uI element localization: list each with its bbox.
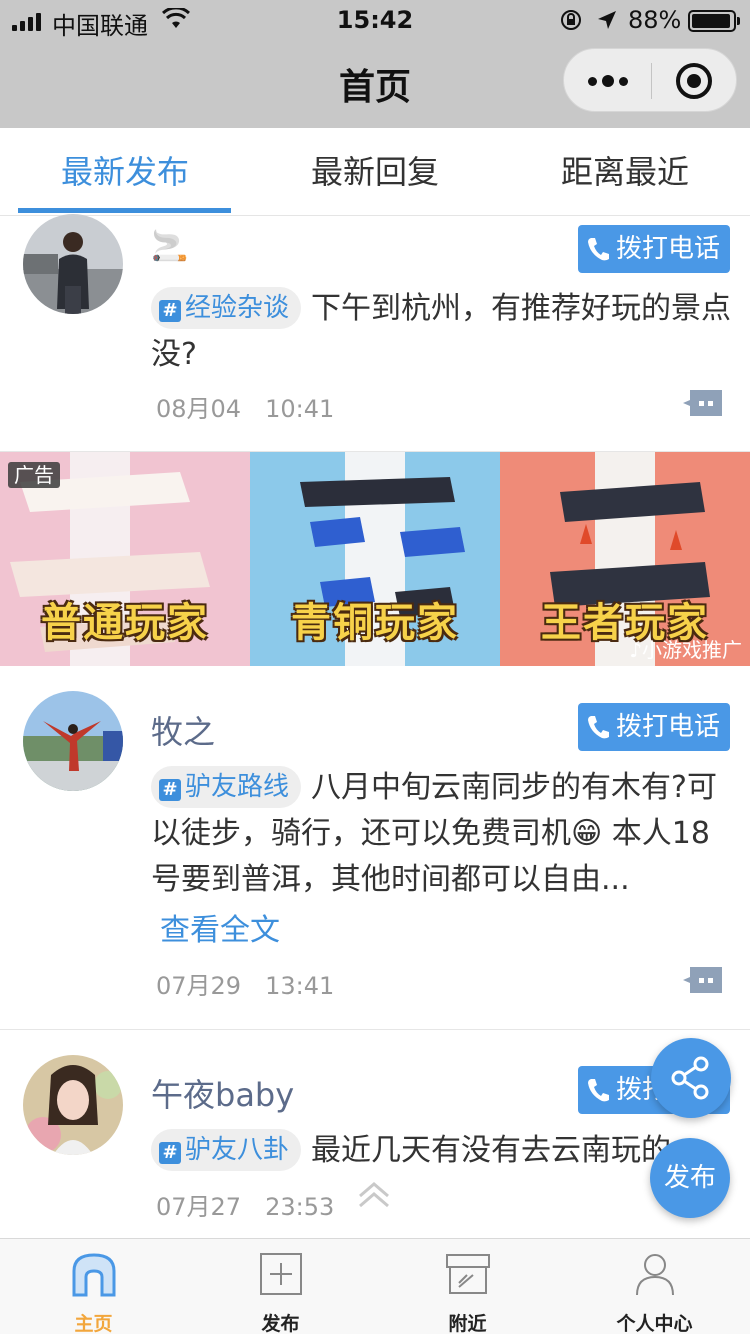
location-arrow-icon — [598, 11, 616, 29]
topic-tag-label: 驴友八卦 — [185, 1135, 290, 1165]
tabbar-label: 个人中心 — [616, 1313, 693, 1334]
close-miniprogram-icon[interactable] — [676, 63, 712, 99]
tabbar-item-profile[interactable]: 个人中心 — [561, 1239, 748, 1334]
bottom-tab-bar: 主页 发布 附近 个人中心 — [0, 1238, 750, 1334]
topic-tag[interactable]: # 驴友路线 — [151, 766, 302, 808]
ad-label: 广告 — [8, 462, 60, 488]
phone-icon — [588, 716, 609, 739]
battery-icon — [688, 10, 740, 32]
ad-panel[interactable]: 青铜玩家 — [250, 452, 500, 666]
post-content[interactable]: # 驴友路线 八月中旬云南同步的有木有?可以徒步，骑行，还可以免费司机😁 本人18号… — [151, 765, 736, 903]
call-button-label: 拨打电话 — [616, 712, 721, 742]
hash-icon: # — [159, 1142, 181, 1164]
post-date: 07月29 — [156, 972, 242, 1000]
tabbar-label: 附近 — [448, 1313, 487, 1334]
battery-percent: 88% — [628, 6, 682, 34]
post-time: 13:41 — [265, 972, 335, 1000]
capsule-divider — [651, 63, 652, 99]
post-date: 08月04 — [156, 395, 242, 423]
hash-icon: # — [159, 300, 181, 322]
username[interactable]: 午夜baby — [151, 1070, 294, 1116]
tiktok-icon: ♪ — [629, 638, 642, 662]
ad-caption: 青铜玩家 — [291, 600, 459, 646]
comment-icon[interactable] — [682, 388, 724, 418]
home-icon — [72, 1253, 116, 1297]
tab-latest-replies[interactable]: 最新回复 — [250, 128, 500, 216]
ad-caption: 普通玩家 — [41, 600, 209, 646]
avatar[interactable] — [23, 214, 123, 314]
status-bar: 中国联通 15:42 88% — [0, 0, 750, 40]
call-button[interactable]: 拨打电话 — [578, 703, 730, 751]
post-card[interactable]: 🚬 拨打电话 # 经验杂谈 下午到杭州，有推荐好玩的景点没? 08月04 10:41 — [0, 214, 750, 451]
post-time: 10:41 — [265, 395, 335, 423]
post-content[interactable]: # 经验杂谈 下午到杭州，有推荐好玩的景点没? — [151, 286, 736, 378]
topic-tag-label: 驴友路线 — [185, 772, 290, 802]
back-to-top-icon[interactable] — [356, 1180, 392, 1210]
post-card[interactable]: 牧之 拨打电话 # 驴友路线 八月中旬云南同步的有木有?可以徒步，骑行，还可以免费司… — [0, 667, 750, 1029]
post-meta: 08月04 10:41 — [156, 389, 334, 424]
phone-icon — [588, 238, 609, 261]
avatar[interactable] — [23, 1055, 123, 1155]
nearby-box-icon — [446, 1254, 490, 1294]
tabbar-label: 主页 — [74, 1313, 113, 1334]
tab-latest-posts[interactable]: 最新发布 — [0, 128, 250, 216]
topic-tag[interactable]: # 驴友八卦 — [151, 1129, 302, 1171]
post-date: 07月27 — [156, 1193, 242, 1221]
post-meta: 07月29 13:41 — [156, 966, 334, 1001]
tabbar-label: 发布 — [261, 1313, 300, 1334]
feed-tabs: 最新发布 最新回复 距离最近 — [0, 128, 750, 216]
avatar[interactable] — [23, 691, 123, 791]
tab-nearest[interactable]: 距离最近 — [500, 128, 750, 216]
share-icon — [671, 1056, 709, 1100]
call-button-label: 拨打电话 — [616, 234, 721, 264]
active-tab-indicator — [18, 208, 231, 213]
orientation-lock-icon — [561, 10, 581, 30]
username[interactable]: 牧之 — [151, 707, 215, 753]
post-time: 23:53 — [265, 1193, 335, 1221]
topic-tag[interactable]: # 经验杂谈 — [151, 287, 302, 329]
tabbar-item-home[interactable]: 主页 — [0, 1239, 187, 1334]
post-meta: 07月27 23:53 — [156, 1187, 334, 1222]
topic-tag-label: 经验杂谈 — [185, 293, 290, 323]
comment-icon[interactable] — [682, 965, 724, 995]
plus-square-icon — [260, 1253, 302, 1295]
top-bar: 中国联通 15:42 88% 首页 — [0, 0, 750, 128]
post-content[interactable]: # 驴友八卦 最近几天有没有去云南玩的 — [151, 1128, 736, 1174]
call-button[interactable]: 拨打电话 — [578, 225, 730, 273]
hash-icon: # — [159, 779, 181, 801]
more-menu-icon[interactable] — [588, 67, 628, 95]
phone-icon — [588, 1079, 609, 1102]
ad-source-label: ♪小游戏推广 — [629, 634, 742, 663]
miniprogram-capsule — [563, 48, 737, 112]
ad-source-text: 小游戏推广 — [642, 638, 742, 662]
username[interactable]: 🚬 — [151, 229, 188, 264]
person-icon — [636, 1254, 674, 1296]
share-button[interactable] — [651, 1038, 731, 1118]
publish-fab[interactable]: 发布 — [650, 1138, 730, 1218]
tabbar-item-nearby[interactable]: 附近 — [374, 1239, 561, 1334]
read-more-link[interactable]: 查看全文 — [160, 905, 280, 949]
tabbar-item-publish[interactable]: 发布 — [187, 1239, 374, 1334]
post-text: 最近几天有没有去云南玩的 — [311, 1133, 672, 1168]
